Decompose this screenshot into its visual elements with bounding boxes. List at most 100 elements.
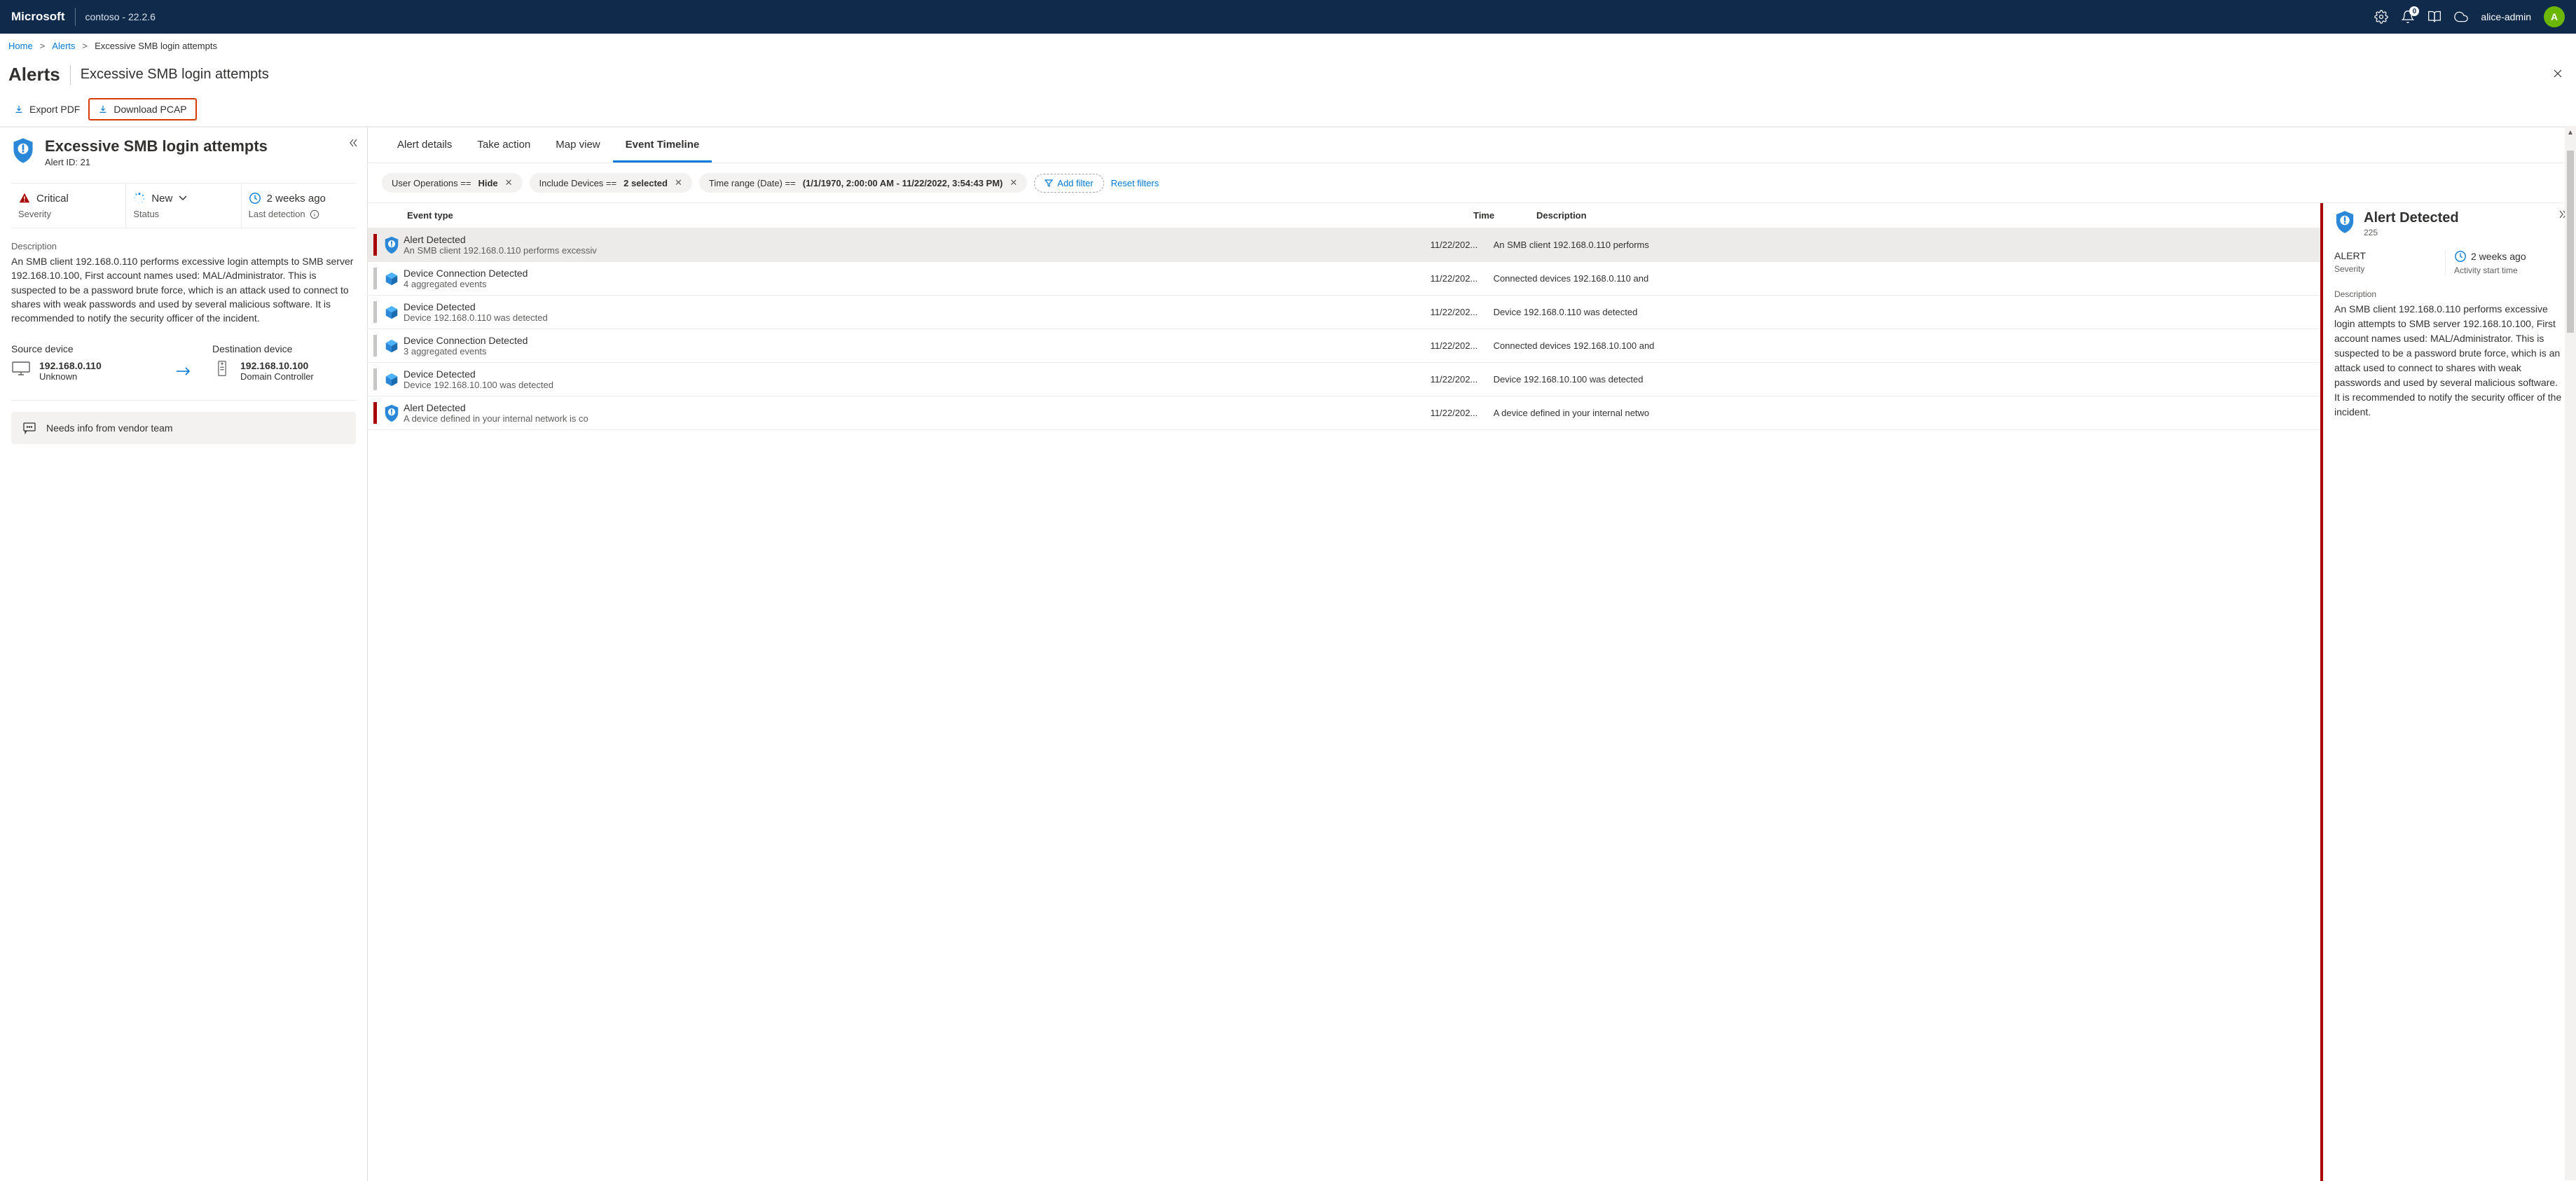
last-detection-label: Last detection: [249, 209, 305, 219]
row-subtitle: An SMB client 192.168.0.110 performs exc…: [404, 245, 600, 256]
source-device-ip: 192.168.0.110: [39, 360, 102, 371]
dest-device-sub: Domain Controller: [240, 371, 314, 382]
col-time[interactable]: Time: [1473, 210, 1536, 221]
brand-logo: Microsoft: [11, 10, 65, 24]
detail-desc-label: Description: [2334, 289, 2565, 299]
severity-bar: [373, 368, 377, 390]
detail-severity-value: ALERT: [2334, 250, 2438, 261]
export-pdf-label: Export PDF: [29, 104, 80, 115]
chevron-right-icon: >: [40, 41, 46, 51]
source-device-sub: Unknown: [39, 371, 102, 382]
tab-event-timeline[interactable]: Event Timeline: [613, 127, 712, 163]
row-time: 11/22/202...: [1431, 307, 1494, 317]
export-pdf-button[interactable]: Export PDF: [6, 98, 88, 120]
tab-alert-details[interactable]: Alert details: [385, 127, 464, 163]
page-header: Alerts Excessive SMB login attempts: [0, 58, 2576, 92]
tab-map-view[interactable]: Map view: [543, 127, 612, 163]
filter-user-operations[interactable]: User Operations == Hide ✕: [382, 173, 523, 193]
scrollbar-thumb[interactable]: [2567, 151, 2574, 333]
toolbar: Export PDF Download PCAP: [0, 92, 2576, 127]
bell-icon[interactable]: 0: [2401, 10, 2415, 24]
close-icon[interactable]: ✕: [1010, 177, 1017, 188]
filter-label: Time range (Date) ==: [709, 178, 796, 188]
clock-icon: [2454, 250, 2467, 263]
avatar[interactable]: A: [2544, 6, 2565, 27]
severity-value: Critical: [36, 193, 69, 205]
close-icon[interactable]: [2548, 64, 2568, 85]
status-value: New: [151, 193, 172, 205]
clock-icon: [249, 192, 261, 205]
cube-icon: [380, 338, 404, 354]
alert-summary-pane: Excessive SMB login attempts Alert ID: 2…: [0, 127, 368, 1181]
row-title: Alert Detected: [404, 402, 1431, 413]
chevron-down-icon[interactable]: [178, 195, 188, 202]
table-row[interactable]: Device DetectedDevice 192.168.10.100 was…: [368, 363, 2320, 396]
close-icon[interactable]: ✕: [675, 177, 682, 188]
arrow-right-icon: [176, 366, 191, 376]
severity-bar: [373, 234, 377, 256]
close-icon[interactable]: ✕: [505, 177, 513, 188]
shield-alert-icon: [2334, 210, 2355, 234]
download-pcap-button[interactable]: Download PCAP: [88, 98, 196, 120]
filters-row: User Operations == Hide ✕ Include Device…: [368, 163, 2576, 202]
breadcrumb-home[interactable]: Home: [8, 41, 33, 51]
row-time: 11/22/202...: [1431, 273, 1494, 284]
dest-device-ip: 192.168.10.100: [240, 360, 314, 371]
info-icon[interactable]: [310, 209, 319, 219]
row-time: 11/22/202...: [1431, 340, 1494, 351]
reset-filters-link[interactable]: Reset filters: [1111, 178, 1159, 188]
source-device-label: Source device: [11, 343, 155, 354]
cube-icon: [380, 372, 404, 387]
row-subtitle: 3 aggregated events: [404, 346, 600, 357]
book-icon[interactable]: [2427, 10, 2441, 24]
row-time: 11/22/202...: [1431, 374, 1494, 385]
scrollbar[interactable]: ▲: [2565, 126, 2576, 1180]
severity-bar: [373, 301, 377, 323]
table-row[interactable]: Device Detected Device 192.168.0.110 was …: [368, 296, 2320, 329]
col-event-type[interactable]: Event type: [407, 210, 1473, 221]
filter-include-devices[interactable]: Include Devices == 2 selected ✕: [530, 173, 692, 193]
tab-take-action[interactable]: Take action: [464, 127, 543, 163]
filter-time-range[interactable]: Time range (Date) == (1/1/1970, 2:00:00 …: [699, 173, 1027, 193]
dest-device-label: Destination device: [212, 343, 356, 354]
tenant-label: contoso - 22.2.6: [85, 11, 156, 22]
gear-icon[interactable]: [2374, 10, 2388, 24]
severity-bar: [373, 402, 377, 424]
shield-alert-icon: [380, 236, 404, 254]
comment-box[interactable]: Needs info from vendor team: [11, 412, 356, 444]
status-label: Status: [133, 209, 233, 219]
col-description[interactable]: Description: [1536, 210, 2312, 221]
cube-icon: [380, 305, 404, 320]
cloud-icon[interactable]: [2454, 10, 2468, 24]
alert-title: Excessive SMB login attempts: [45, 137, 268, 156]
add-filter-button[interactable]: Add filter: [1034, 174, 1103, 193]
row-description: Device 192.168.0.110 was detected: [1494, 307, 2315, 317]
table-row[interactable]: Alert DetectedA device defined in your i…: [368, 396, 2320, 430]
severity-bar: [373, 268, 377, 289]
severity-label: Severity: [18, 209, 118, 219]
severity-bar: [373, 335, 377, 357]
last-detection-value: 2 weeks ago: [267, 193, 326, 205]
top-bar: Microsoft contoso - 22.2.6 0 alice-admin…: [0, 0, 2576, 34]
filter-value: (1/1/1970, 2:00:00 AM - 11/22/2022, 3:54…: [803, 178, 1003, 188]
table-row[interactable]: Device Connection Detected3 aggregated e…: [368, 329, 2320, 363]
collapse-chevrons-icon[interactable]: [347, 137, 359, 151]
status-box: New Status: [126, 184, 241, 228]
user-name[interactable]: alice-admin: [2481, 11, 2531, 22]
table-row[interactable]: Device Connection Detected4 aggregated e…: [368, 262, 2320, 296]
row-title: Device Detected: [404, 301, 1431, 312]
tabs: Alert details Take action Map view Event…: [368, 127, 2576, 163]
breadcrumb-alerts[interactable]: Alerts: [52, 41, 75, 51]
row-description: Device 192.168.10.100 was detected: [1494, 374, 2315, 385]
detail-title: Alert Detected: [2364, 210, 2459, 226]
table-row[interactable]: Alert DetectedAn SMB client 192.168.0.11…: [368, 228, 2320, 262]
detail-start-label: Activity start time: [2454, 265, 2558, 275]
filter-value: Hide: [478, 178, 497, 188]
detail-desc-text: An SMB client 192.168.0.110 performs exc…: [2334, 302, 2565, 420]
shield-alert-icon: [11, 137, 35, 164]
shield-alert-icon: [380, 404, 404, 422]
warning-triangle-icon: [18, 192, 31, 205]
row-description: Connected devices 192.168.0.110 and: [1494, 273, 2315, 284]
server-icon: [212, 360, 232, 377]
row-description: An SMB client 192.168.0.110 performs: [1494, 240, 2315, 250]
